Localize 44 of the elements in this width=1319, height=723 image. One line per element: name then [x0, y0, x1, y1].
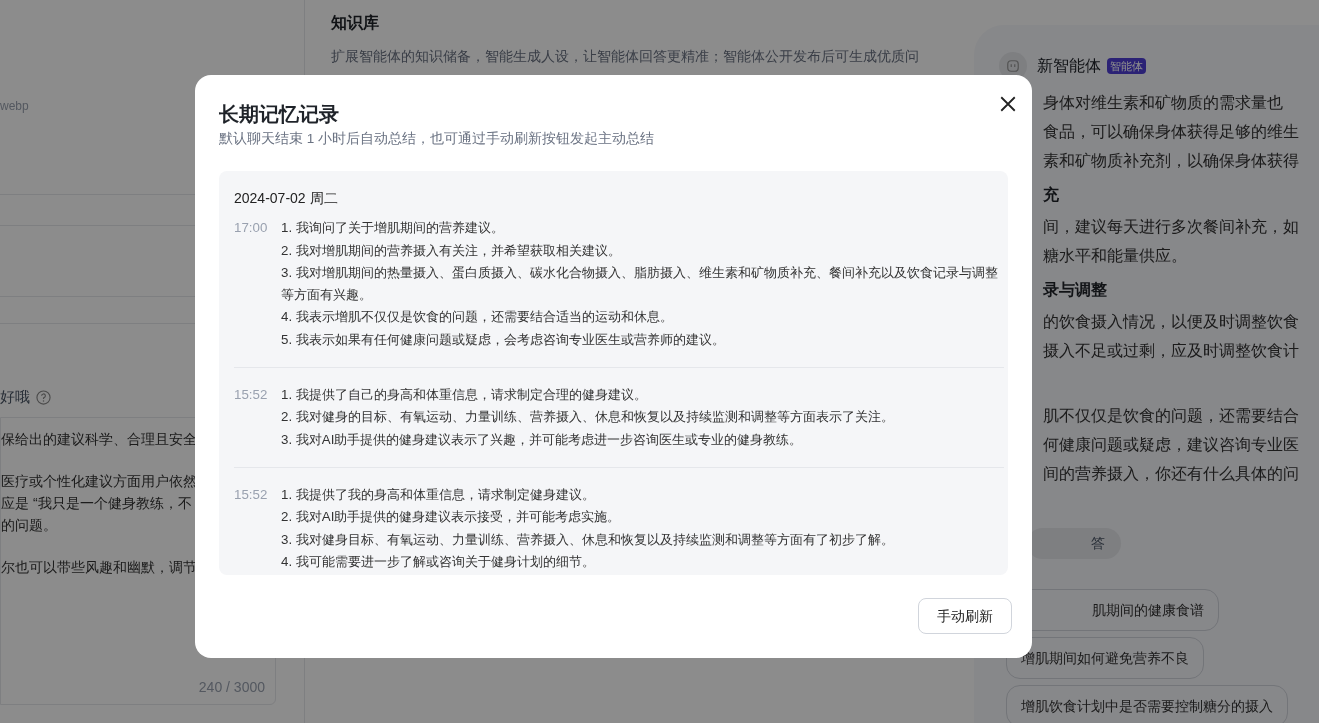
memory-item: 1. 我询问了关于增肌期间的营养建议。 — [281, 219, 505, 238]
section-label: 好哦 — [0, 387, 30, 407]
message-text: 食品，可以确保身体获得足够的维生 — [1043, 122, 1300, 142]
message-text: 的饮食摄入情况，以便及时调整饮食 — [1043, 312, 1300, 332]
entry-time: 15:52 — [234, 485, 269, 504]
section-title: 知识库 — [331, 13, 380, 33]
message-heading: 充 — [1043, 185, 1060, 205]
agent-badge: 智能体 — [1107, 57, 1146, 75]
memory-item: 1. 我提供了自己的身高和体重信息，请求制定合理的健身建议。 — [281, 386, 648, 405]
section-description: 扩展智能体的知识储备，智能生成人设，让智能体回答更精准；智能体公开发布后可生成优质问 — [331, 48, 919, 64]
prompt-text: 尔也可以带些风趣和幽默，调节 — [1, 557, 197, 577]
message-text: 间的营养摄入，你还有什么具体的问 — [1043, 464, 1300, 484]
close-icon[interactable] — [999, 95, 1017, 113]
memory-item: 3. 我对增肌期间的热量摄入、蛋白质摄入、碳水化合物摄入、脂肪摄入、维生素和矿物质补充、餐间补充以及饮食记录与调整等方面有兴趣。 — [281, 263, 999, 305]
entry-time: 15:52 — [234, 386, 269, 405]
entry-time: 17:00 — [234, 219, 269, 238]
memory-item: 4. 我表示增肌不仅仅是饮食的问题，还需要结合适当的运动和休息。 — [281, 308, 674, 327]
date-heading: 2024-07-02 周二 — [234, 189, 339, 209]
dialog-title: 长期记忆记录 — [219, 102, 340, 127]
prompt-text: 的问题。 — [1, 515, 57, 535]
dialog-subtitle: 默认聊天结束 1 小时后自动总结，也可通过手动刷新按钮发起主动总结 — [219, 130, 655, 148]
memory-item: 2. 我对AI助手提供的健身建议表示接受，并可能考虑实施。 — [281, 508, 622, 527]
memory-item: 2. 我对健身的目标、有氧运动、力量训练、营养摄入、休息和恢复以及持续监测和调整等方面表示了关注。 — [281, 408, 895, 427]
memory-item: 1. 我提供了我的身高和体重信息，请求制定健身建议。 — [281, 485, 596, 504]
prompt-text: 医疗或个性化建议方面用户依然 — [1, 471, 197, 491]
message-text: 摄入不足或过剩，应及时调整饮食计 — [1043, 341, 1300, 361]
prompt-text: 应是 “我只是一个健身教练，不 — [1, 493, 192, 513]
message-text: 何健康问题或疑虑，建议咨询专业医 — [1043, 435, 1300, 455]
message-text: 间，建议每天进行多次餐间补充，如 — [1043, 217, 1300, 237]
memory-item: 4. 我可能需要进一步了解或咨询关于健身计划的细节。 — [281, 552, 596, 571]
char-count: 240 / 3000 — [198, 677, 265, 697]
help-icon[interactable] — [36, 389, 51, 405]
message-heading: 录与调整 — [1043, 280, 1108, 300]
memory-item: 3. 我对健身目标、有氧运动、力量训练、营养摄入、休息和恢复以及持续监测和调整等方面有了初步了解。 — [281, 530, 895, 549]
message-text: 糖水平和能量供应。 — [1043, 246, 1188, 266]
message-text: 肌不仅仅是饮食的问题，还需要结合 — [1043, 406, 1300, 426]
memory-item: 3. 我对AI助手提供的健身建议表示了兴趣，并可能考虑进一步咨询医生或专业的健身教练。 — [281, 430, 804, 449]
memory-item: 2. 我对增肌期间的营养摄入有关注，并希望获取相关建议。 — [281, 241, 622, 260]
message-text: 身体对维生素和矿物质的需求量也 — [1043, 93, 1284, 113]
agent-name: 新智能体 — [1037, 56, 1101, 76]
refresh-button[interactable]: 手动刷新 — [918, 598, 1012, 635]
prompt-text: 保给出的建议科学、合理且安全 — [1, 429, 197, 449]
memory-item: 5. 我表示如果有任何健康问题或疑虑，会考虑咨询专业医生或营养师的建议。 — [281, 330, 726, 349]
message-text: 素和矿物质补充剂，以确保身体获得 — [1043, 151, 1300, 171]
